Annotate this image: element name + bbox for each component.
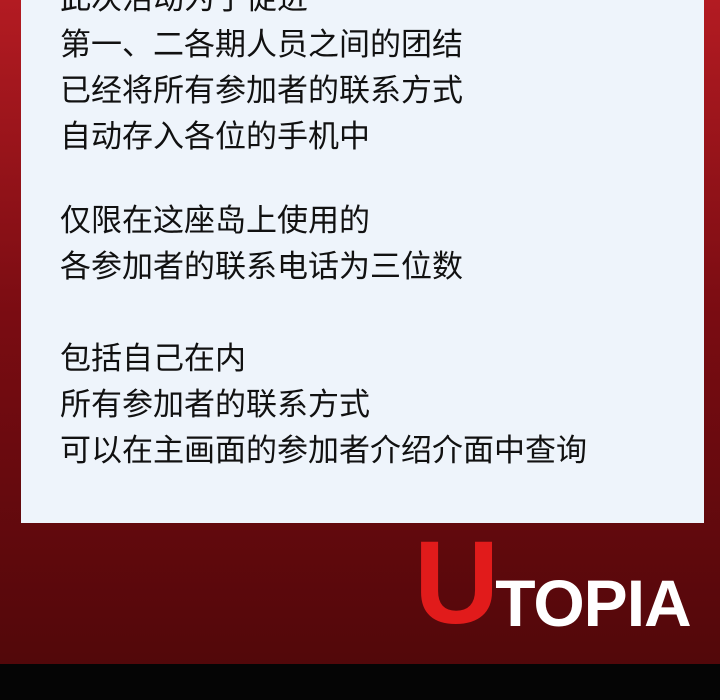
text-line: 已经将所有参加者的联系方式 — [60, 73, 463, 109]
text-line: 所有参加者的联系方式 — [60, 387, 370, 423]
logo-first-letter: U — [414, 517, 500, 649]
text-line: 各参加者的联系电话为三位数 — [60, 249, 463, 285]
bottom-bar — [0, 664, 720, 700]
text-line: 第一、二各期人员之间的团结 — [60, 27, 463, 63]
utopia-logo: U TOPIA — [414, 524, 692, 642]
text-line: 自动存入各位的手机中 — [60, 119, 370, 155]
text-line: 仅限在这座岛上使用的 — [60, 203, 370, 239]
text-block-3: 包括自己在内 所有参加者的联系方式 可以在主画面的参加者介绍介面中查询 — [60, 336, 587, 474]
text-block-1: 此次活动为了促进 第一、二各期人员之间的团结 已经将所有参加者的联系方式 自动存… — [60, 0, 463, 160]
text-block-2: 仅限在这座岛上使用的 各参加者的联系电话为三位数 — [60, 198, 463, 290]
text-line: 此次活动为了促进 — [60, 0, 463, 22]
text-line: 可以在主画面的参加者介绍介面中查询 — [60, 433, 587, 469]
logo-text: TOPIA — [495, 566, 691, 640]
dialogue-panel: 此次活动为了促进 第一、二各期人员之间的团结 已经将所有参加者的联系方式 自动存… — [21, 0, 704, 523]
text-line: 包括自己在内 — [60, 341, 246, 377]
